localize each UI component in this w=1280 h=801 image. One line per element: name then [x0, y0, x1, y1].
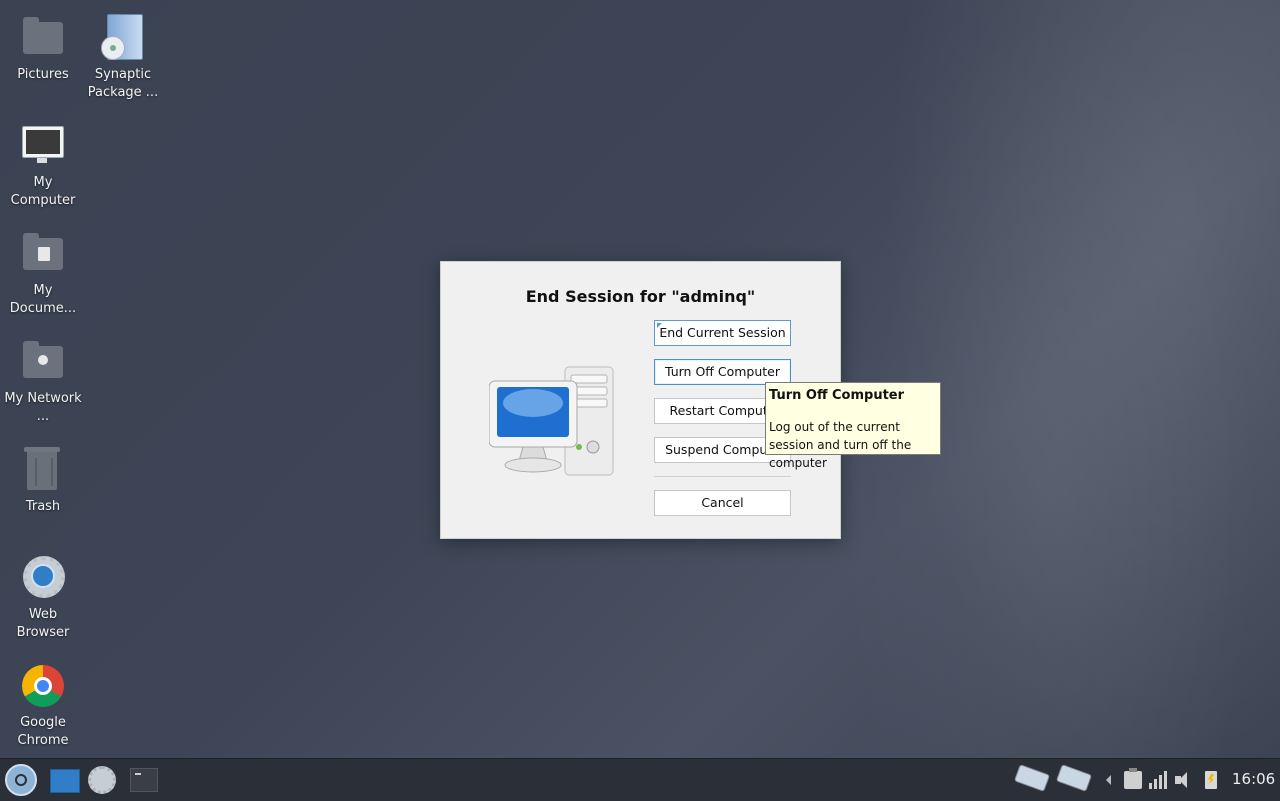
button-label: End Current Session — [659, 325, 786, 340]
end-current-session-button[interactable]: End Current Session — [654, 320, 791, 346]
power-battery-icon[interactable] — [1205, 771, 1217, 789]
chrome-icon — [19, 662, 67, 710]
desktop-icon-synaptic[interactable]: Synaptic Package ... — [83, 14, 163, 102]
desktop-icon-my-network[interactable]: My Network ... — [3, 338, 83, 426]
clipboard-icon[interactable] — [1124, 768, 1142, 789]
synaptic-package-icon — [99, 14, 147, 62]
desktop-icon-label: My Docume... — [9, 283, 77, 316]
volume-icon[interactable] — [1175, 771, 1193, 789]
usb-drive-icon[interactable] — [1013, 763, 1051, 795]
button-label: Cancel — [701, 495, 744, 510]
tooltip-body: Log out of the current session and turn … — [769, 420, 912, 470]
computer-monitor-icon — [19, 122, 67, 170]
web-browser-launcher-icon[interactable] — [88, 766, 116, 794]
trash-icon — [19, 446, 67, 494]
tooltip-title: Turn Off Computer — [769, 388, 905, 403]
focus-indicator-icon — [657, 323, 662, 328]
terminal-launcher-icon[interactable] — [130, 768, 158, 792]
desktop-icon-label: My Computer — [10, 175, 76, 208]
turn-off-tooltip: Turn Off Computer Log out of the current… — [765, 382, 941, 470]
cancel-button[interactable]: Cancel — [654, 490, 791, 516]
documents-folder-icon — [19, 230, 67, 278]
desktop-icon-label: Google Chrome — [17, 715, 69, 748]
network-folder-icon — [19, 338, 67, 386]
pictures-folder-icon — [19, 14, 67, 62]
desktop-icon-label: Web Browser — [16, 607, 70, 640]
desktop-icon-trash[interactable]: Trash — [3, 446, 83, 516]
desktop-icon-label: Synaptic Package ... — [87, 67, 159, 100]
start-menu-icon[interactable] — [5, 764, 37, 796]
network-signal-icon[interactable] — [1149, 771, 1167, 789]
show-desktop-icon[interactable] — [50, 769, 80, 793]
desktop-icon-label: Trash — [25, 499, 61, 514]
web-browser-icon — [19, 554, 67, 602]
desktop-icon-my-documents[interactable]: My Docume... — [3, 230, 83, 318]
desktop-icon-label: Pictures — [17, 67, 69, 82]
button-label: Turn Off Computer — [664, 364, 781, 379]
clock[interactable]: 16:06 — [1232, 770, 1275, 788]
desktop-icon-pictures[interactable]: Pictures — [3, 14, 83, 84]
dialog-title: End Session for "adminq" — [525, 287, 756, 306]
button-label: Restart Compute — [669, 403, 776, 418]
taskbar: 16:06 — [0, 758, 1280, 801]
desktop-icon-my-computer[interactable]: My Computer — [3, 122, 83, 210]
tray-expand-arrow-icon[interactable] — [1106, 775, 1111, 785]
dialog-separator — [654, 476, 791, 477]
desktop-icon-web-browser[interactable]: Web Browser — [3, 554, 83, 642]
desktop-icon-google-chrome[interactable]: Google Chrome — [3, 662, 83, 750]
button-label: Suspend Compute — [665, 442, 780, 457]
usb-drive-icon[interactable] — [1055, 763, 1093, 795]
desktop-icon-label: My Network ... — [4, 391, 82, 424]
computer-illustration-icon — [489, 366, 614, 476]
